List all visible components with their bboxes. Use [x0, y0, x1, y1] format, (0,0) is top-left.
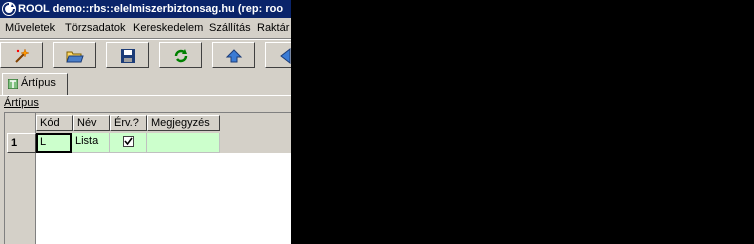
- back-arrow-icon: [280, 47, 291, 65]
- cell-nev[interactable]: Lista: [72, 133, 110, 153]
- menu-torzsadatok[interactable]: Törzsadatok: [65, 22, 126, 34]
- column-header-erv[interactable]: Érv.?: [110, 115, 147, 131]
- column-header-megjegyzes[interactable]: Megjegyzés: [147, 115, 220, 131]
- menu-muveletek[interactable]: Műveletek: [5, 22, 55, 34]
- title-bar[interactable]: ROOL demo::rbs::elelmiszerbiztonsag.hu (…: [0, 0, 291, 18]
- checkmark-icon: [124, 137, 133, 146]
- back-button[interactable]: [265, 42, 291, 68]
- open-button[interactable]: [53, 42, 96, 68]
- move-up-button[interactable]: [212, 42, 255, 68]
- tab-artipus[interactable]: Ártípus: [2, 73, 68, 95]
- refresh-icon: [174, 49, 188, 63]
- wizard-button[interactable]: [0, 42, 43, 68]
- section-title: Ártípus: [4, 97, 39, 109]
- tab-strip: Ártípus: [0, 71, 291, 96]
- app-window: ROOL demo::rbs::elelmiszerbiztonsag.hu (…: [0, 0, 291, 244]
- grid-empty-area: [36, 153, 291, 244]
- save-button[interactable]: [106, 42, 149, 68]
- window-title: ROOL demo::rbs::elelmiszerbiztonsag.hu (…: [18, 3, 284, 15]
- magic-wand-icon: [15, 48, 30, 63]
- cell-megjegyzes[interactable]: [147, 133, 220, 153]
- table-icon: [8, 79, 18, 89]
- menu-raktar[interactable]: Raktár: [257, 22, 289, 34]
- menu-bar: Műveletek Törzsadatok Kereskedelem Száll…: [0, 18, 291, 39]
- menu-szallitas[interactable]: Szállítás: [209, 22, 251, 34]
- open-folder-icon: [66, 51, 84, 63]
- erv-checkbox[interactable]: [123, 136, 134, 147]
- cell-erv[interactable]: [110, 133, 147, 153]
- refresh-button[interactable]: [159, 42, 202, 68]
- cell-kod[interactable]: L: [36, 133, 72, 153]
- tab-label: Ártípus: [21, 77, 56, 89]
- row-number[interactable]: 1: [7, 133, 36, 153]
- save-icon: [121, 49, 135, 63]
- menu-kereskedelem[interactable]: Kereskedelem: [133, 22, 203, 34]
- app-logo-icon: [2, 2, 16, 16]
- toolbar: [0, 39, 291, 72]
- column-header-nev[interactable]: Név: [73, 115, 110, 131]
- up-arrow-icon: [225, 49, 243, 63]
- column-header-kod[interactable]: Kód: [36, 115, 73, 131]
- data-grid: Kód Név Érv.? Megjegyzés 1 L Lista: [4, 112, 291, 244]
